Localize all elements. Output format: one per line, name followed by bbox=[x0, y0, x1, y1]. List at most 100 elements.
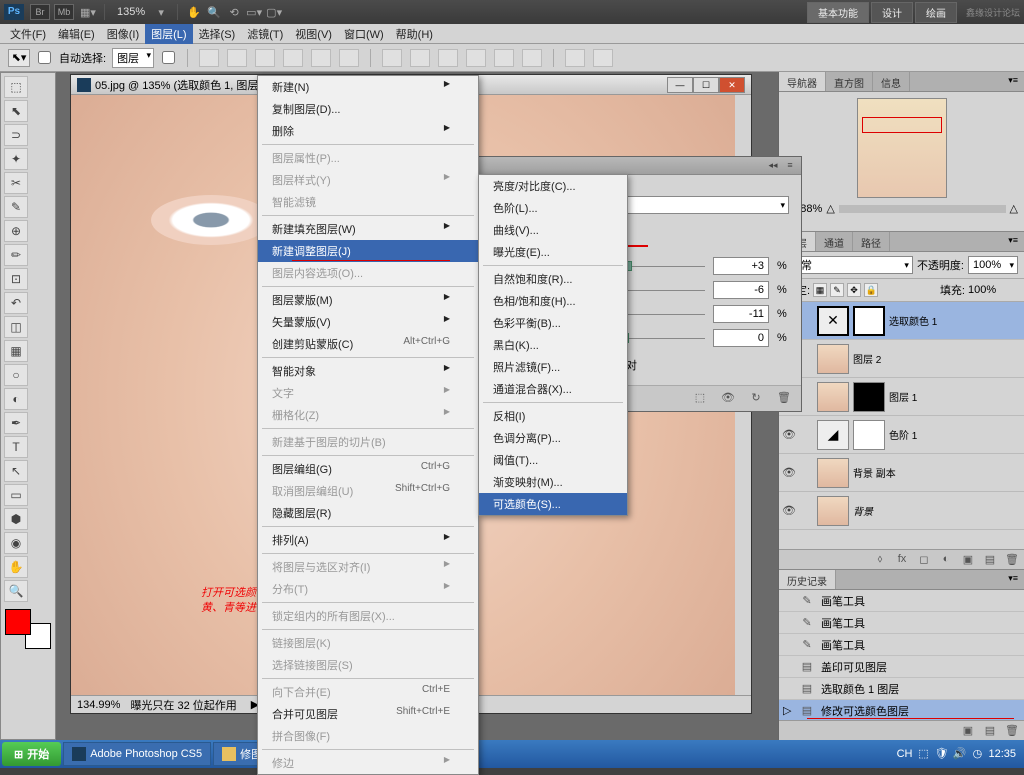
max-btn[interactable]: ☐ bbox=[693, 77, 719, 93]
menu-item[interactable]: 智能对象 bbox=[258, 360, 478, 382]
zoom-dropdown-icon[interactable]: ▾ bbox=[153, 4, 169, 20]
history-item[interactable]: ▷▤修改可选颜色图层 bbox=[779, 700, 1024, 720]
slider-value[interactable] bbox=[713, 305, 769, 323]
dist-btn[interactable] bbox=[494, 49, 514, 67]
submenu-item[interactable]: 色相/饱和度(H)... bbox=[479, 290, 627, 312]
3d-tool[interactable]: ⬢ bbox=[4, 508, 28, 530]
new-layer-icon[interactable]: ▤ bbox=[982, 553, 998, 567]
zoom-out-icon[interactable]: △ bbox=[826, 202, 834, 215]
submenu-item[interactable]: 照片滤镜(F)... bbox=[479, 356, 627, 378]
zoom-in-icon[interactable]: △ bbox=[1010, 202, 1018, 215]
tab-paths[interactable]: 路径 bbox=[853, 232, 890, 251]
lang-indicator[interactable]: CH bbox=[897, 748, 913, 760]
history-item[interactable]: ✎画笔工具 bbox=[779, 590, 1024, 612]
slider-value[interactable] bbox=[713, 281, 769, 299]
tab-info[interactable]: 信息 bbox=[873, 72, 910, 91]
rotate-icon[interactable]: ⟲ bbox=[226, 4, 242, 20]
dist-btn[interactable] bbox=[522, 49, 542, 67]
tray-icon[interactable]: ⬚ bbox=[916, 747, 930, 761]
start-button[interactable]: ⊞开始 bbox=[2, 742, 61, 766]
opacity-input[interactable]: 100% bbox=[968, 256, 1018, 274]
submenu-item[interactable]: 自然饱和度(R)... bbox=[479, 268, 627, 290]
type-tool[interactable]: T bbox=[4, 436, 28, 458]
history-item[interactable]: ▤选取颜色 1 图层 bbox=[779, 678, 1024, 700]
layer-row[interactable]: 👁✕选取颜色 1 bbox=[779, 302, 1024, 340]
menu-item[interactable]: 合并可见图层Shift+Ctrl+E bbox=[258, 703, 478, 725]
dist-btn[interactable] bbox=[438, 49, 458, 67]
nav-thumbnail[interactable] bbox=[857, 98, 947, 198]
menu-item[interactable]: 复制图层(D)... bbox=[258, 98, 478, 120]
move-tool-icon[interactable]: ⬉▾ bbox=[8, 49, 30, 67]
submenu-item[interactable]: 黑白(K)... bbox=[479, 334, 627, 356]
lasso-tool[interactable]: ⊃ bbox=[4, 124, 28, 146]
menu-item[interactable]: 新建填充图层(W) bbox=[258, 218, 478, 240]
layer-row[interactable]: 👁图层 2 bbox=[779, 340, 1024, 378]
taskbar-app[interactable]: Adobe Photoshop CS5 bbox=[63, 742, 211, 766]
fill-input[interactable]: 100% bbox=[968, 284, 1018, 296]
lock-all-icon[interactable]: 🔒 bbox=[864, 283, 878, 297]
menu-edit[interactable]: 编辑(E) bbox=[52, 24, 101, 44]
workspace-tab-paint[interactable]: 绘画 bbox=[915, 2, 957, 23]
dist-btn[interactable] bbox=[565, 49, 585, 67]
submenu-item[interactable]: 亮度/对比度(C)... bbox=[479, 175, 627, 197]
align-btn[interactable] bbox=[227, 49, 247, 67]
lock-trans-icon[interactable]: ▦ bbox=[813, 283, 827, 297]
tab-channels[interactable]: 通道 bbox=[816, 232, 853, 251]
submenu-item[interactable]: 曲线(V)... bbox=[479, 219, 627, 241]
menu-item[interactable]: 删除 bbox=[258, 120, 478, 142]
adj-panel-header[interactable]: ◂◂ ≡ bbox=[479, 157, 801, 175]
adj-clip-icon[interactable]: ⬚ bbox=[691, 391, 709, 407]
align-btn[interactable] bbox=[283, 49, 303, 67]
zoom-value[interactable]: 135% bbox=[117, 6, 145, 18]
menu-view[interactable]: 视图(V) bbox=[289, 24, 338, 44]
brush-tool[interactable]: ✏ bbox=[4, 244, 28, 266]
marquee-tool[interactable]: ⬚ bbox=[4, 76, 28, 98]
hand-tool[interactable]: ✋ bbox=[4, 556, 28, 578]
tray-icon[interactable]: 🔊 bbox=[952, 747, 966, 761]
visibility-icon[interactable]: 👁 bbox=[781, 428, 797, 442]
menu-icon[interactable]: ≡ bbox=[783, 160, 797, 172]
blur-tool[interactable]: ○ bbox=[4, 364, 28, 386]
eraser-tool[interactable]: ◫ bbox=[4, 316, 28, 338]
adj-eye-icon[interactable]: 👁 bbox=[719, 391, 737, 407]
tab-histogram[interactable]: 直方图 bbox=[826, 72, 873, 91]
link-icon[interactable]: ⬨ bbox=[872, 553, 888, 567]
submenu-item[interactable]: 可选颜色(S)... bbox=[479, 493, 627, 515]
lock-move-icon[interactable]: ✥ bbox=[847, 283, 861, 297]
adj-trash-icon[interactable]: 🗑 bbox=[775, 391, 793, 407]
arrange-icon[interactable]: ▭▾ bbox=[246, 4, 262, 20]
dist-btn[interactable] bbox=[466, 49, 486, 67]
dist-btn[interactable] bbox=[593, 49, 613, 67]
move-tool[interactable]: ⬉ bbox=[4, 100, 28, 122]
layout-icon[interactable]: ▦▾ bbox=[80, 4, 96, 20]
dist-btn[interactable] bbox=[410, 49, 430, 67]
auto-select-dropdown[interactable]: 图层 bbox=[112, 48, 154, 68]
submenu-item[interactable]: 曝光度(E)... bbox=[479, 241, 627, 263]
snap-icon[interactable]: ▣ bbox=[960, 724, 976, 738]
screen-icon[interactable]: ▢▾ bbox=[266, 4, 282, 20]
menu-item[interactable]: 创建剪贴蒙版(C)Alt+Ctrl+G bbox=[258, 333, 478, 355]
panel-menu-icon[interactable]: ▾≡ bbox=[1002, 72, 1024, 91]
wand-tool[interactable]: ✦ bbox=[4, 148, 28, 170]
menu-layer[interactable]: 图层(L) bbox=[145, 24, 192, 44]
trash-icon[interactable]: 🗑 bbox=[1004, 553, 1020, 567]
submenu-item[interactable]: 色调分离(P)... bbox=[479, 427, 627, 449]
menu-file[interactable]: 文件(F) bbox=[4, 24, 52, 44]
submenu-item[interactable]: 阈值(T)... bbox=[479, 449, 627, 471]
tray-icon[interactable]: 🛡 bbox=[934, 747, 948, 761]
collapse-icon[interactable]: ◂◂ bbox=[766, 160, 780, 172]
tray-icon[interactable]: ◷ bbox=[970, 747, 984, 761]
menu-select[interactable]: 选择(S) bbox=[193, 24, 242, 44]
slider-value[interactable] bbox=[713, 257, 769, 275]
dodge-tool[interactable]: ◐ bbox=[4, 388, 28, 410]
submenu-item[interactable]: 色阶(L)... bbox=[479, 197, 627, 219]
menu-image[interactable]: 图像(I) bbox=[101, 24, 145, 44]
menu-item[interactable]: 新建调整图层(J) bbox=[258, 240, 478, 262]
history-brush[interactable]: ↶ bbox=[4, 292, 28, 314]
layer-row[interactable]: 👁背景 副本 bbox=[779, 454, 1024, 492]
bridge-btn[interactable]: Br bbox=[30, 4, 50, 20]
slider-value[interactable] bbox=[713, 329, 769, 347]
zoom-icon[interactable]: 🔍 bbox=[206, 4, 222, 20]
visibility-icon[interactable]: 👁 bbox=[781, 504, 797, 518]
group-icon[interactable]: ▣ bbox=[960, 553, 976, 567]
